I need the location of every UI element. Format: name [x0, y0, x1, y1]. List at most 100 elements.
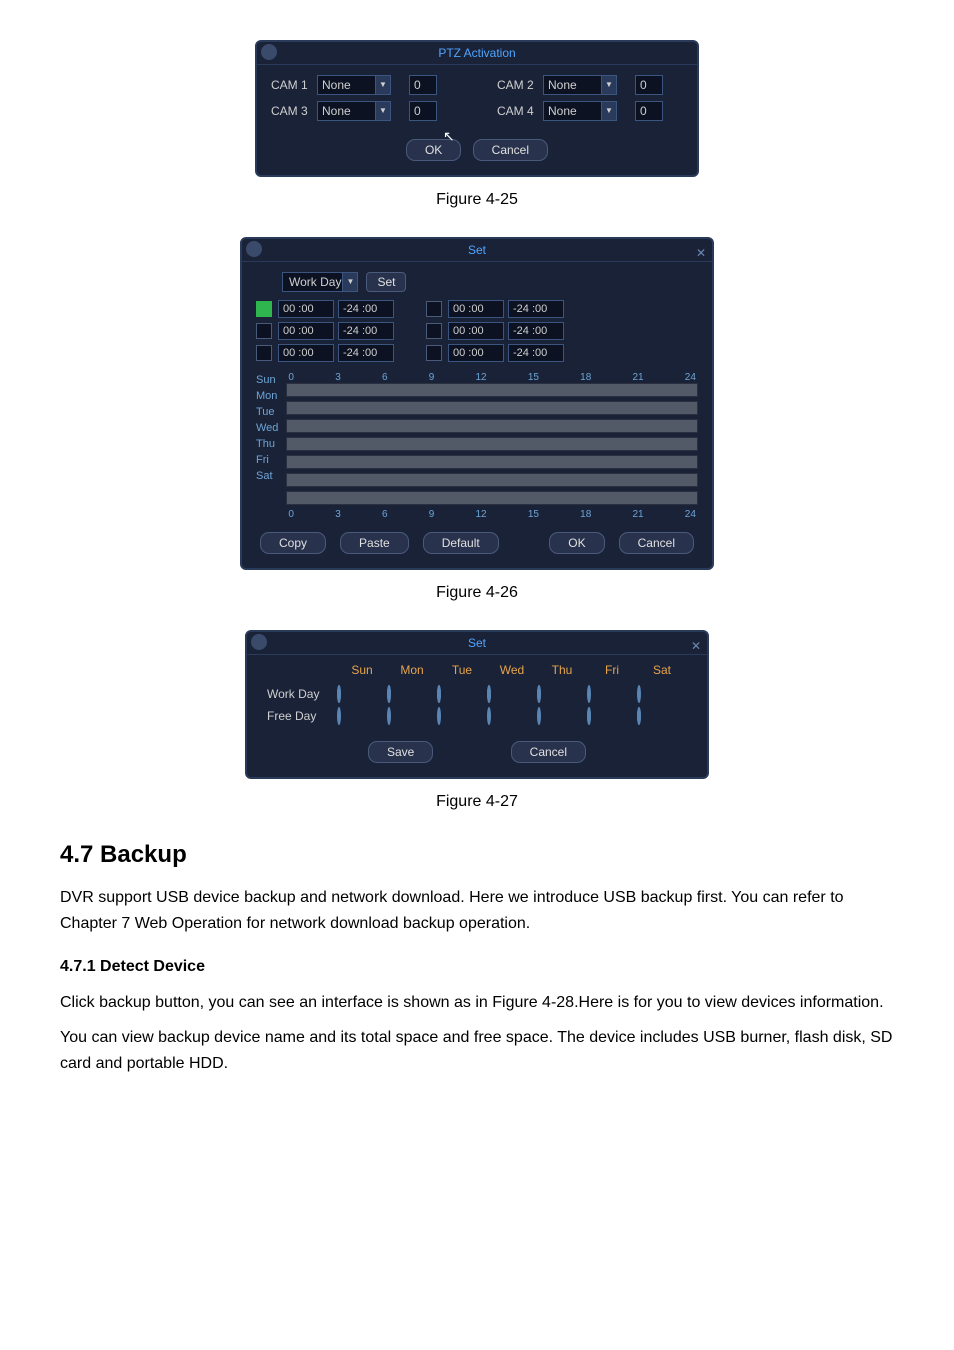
- period-enable-checkbox[interactable]: [256, 301, 272, 317]
- day-type-radio[interactable]: [387, 685, 391, 703]
- end-time-input[interactable]: -24 :00: [338, 300, 394, 318]
- day-label: Wed: [256, 420, 278, 436]
- end-time-input[interactable]: -24 :00: [508, 300, 564, 318]
- end-time-input[interactable]: -24 :00: [338, 322, 394, 340]
- time-period-row: 00 :00-24 :0000 :00-24 :00: [256, 322, 698, 340]
- day-type-radio[interactable]: [437, 707, 441, 725]
- paragraph: Click backup button, you can see an inte…: [60, 990, 894, 1016]
- preset-number-input[interactable]: 0: [409, 101, 437, 121]
- copy-button[interactable]: Copy: [260, 532, 326, 554]
- preset-number-input[interactable]: 0: [635, 101, 663, 121]
- day-type-radio[interactable]: [537, 707, 541, 725]
- figure-caption: Figure 4-26: [60, 584, 894, 602]
- app-icon: [246, 241, 262, 257]
- axis-tick: 21: [632, 372, 643, 383]
- day-type-label: Work Day: [261, 687, 337, 701]
- timeline-bar: [286, 383, 698, 397]
- day-type-radio[interactable]: [487, 685, 491, 703]
- day-type-radio[interactable]: [587, 707, 591, 725]
- timeline-bar: [286, 401, 698, 415]
- day-type-radio[interactable]: [337, 707, 341, 725]
- day-label: Thu: [256, 436, 278, 452]
- end-time-input[interactable]: -24 :00: [338, 344, 394, 362]
- camera-label: CAM 3: [271, 104, 317, 118]
- timeline-bar: [286, 473, 698, 487]
- day-label: Sun: [256, 372, 278, 388]
- close-icon[interactable]: ✕: [696, 242, 706, 264]
- paste-button[interactable]: Paste: [340, 532, 409, 554]
- timeline-bar: [286, 455, 698, 469]
- dialog-titlebar: Set ✕: [247, 632, 707, 655]
- axis-tick: 6: [382, 509, 388, 520]
- day-type-radio[interactable]: [637, 685, 641, 703]
- camera-label: CAM 4: [497, 104, 543, 118]
- chevron-down-icon: ▼: [375, 76, 390, 94]
- default-button[interactable]: Default: [423, 532, 499, 554]
- day-type-radio[interactable]: [337, 685, 341, 703]
- axis-tick: 0: [288, 372, 294, 383]
- preset-number-input[interactable]: 0: [635, 75, 663, 95]
- end-time-input[interactable]: -24 :00: [508, 322, 564, 340]
- day-column-header: Sat: [637, 663, 687, 677]
- axis-tick: 3: [335, 372, 341, 383]
- timeline-bar: [286, 419, 698, 433]
- axis-tick: 0: [288, 509, 294, 520]
- end-time-input[interactable]: -24 :00: [508, 344, 564, 362]
- chevron-down-icon: ▼: [601, 102, 616, 120]
- day-type-radio[interactable]: [387, 707, 391, 725]
- day-type-select[interactable]: Work Day ▼: [282, 272, 358, 292]
- day-type-radio[interactable]: [637, 707, 641, 725]
- start-time-input[interactable]: 00 :00: [278, 322, 334, 340]
- start-time-input[interactable]: 00 :00: [278, 344, 334, 362]
- period-enable-checkbox[interactable]: [426, 301, 442, 317]
- subsection-heading: 4.7.1 Detect Device: [60, 954, 894, 980]
- start-time-input[interactable]: 00 :00: [448, 344, 504, 362]
- alarm-type-select[interactable]: None▼: [543, 101, 617, 121]
- start-time-input[interactable]: 00 :00: [448, 322, 504, 340]
- cancel-button[interactable]: Cancel: [473, 139, 548, 161]
- figure-caption: Figure 4-25: [60, 191, 894, 209]
- preset-number-input[interactable]: 0: [409, 75, 437, 95]
- start-time-input[interactable]: 00 :00: [278, 300, 334, 318]
- day-type-radio[interactable]: [537, 685, 541, 703]
- set-button[interactable]: Set: [366, 272, 406, 292]
- day-column-header: Tue: [437, 663, 487, 677]
- dialog-titlebar: Set ✕: [242, 239, 712, 262]
- day-label: Sat: [256, 468, 278, 484]
- period-enable-checkbox[interactable]: [426, 323, 442, 339]
- camera-label: CAM 1: [271, 78, 317, 92]
- start-time-input[interactable]: 00 :00: [448, 300, 504, 318]
- app-icon: [261, 44, 277, 60]
- axis-tick: 15: [528, 509, 539, 520]
- cancel-button[interactable]: Cancel: [619, 532, 694, 554]
- time-period-row: 00 :00-24 :0000 :00-24 :00: [256, 344, 698, 362]
- day-type-set-dialog: Set ✕ SunMonTueWedThuFriSat Work DayFree…: [245, 630, 709, 779]
- axis-tick: 9: [429, 509, 435, 520]
- day-label: Mon: [256, 388, 278, 404]
- dialog-title: Set: [468, 636, 486, 650]
- figure-caption: Figure 4-27: [60, 793, 894, 811]
- day-type-radio[interactable]: [587, 685, 591, 703]
- save-button[interactable]: Save: [368, 741, 433, 763]
- day-column-header: Mon: [387, 663, 437, 677]
- alarm-type-select[interactable]: None▼: [317, 75, 391, 95]
- day-type-row: Free Day: [261, 705, 693, 727]
- schedule-set-dialog: Set ✕ Work Day ▼ Set 00 :00-24 :0000 :00…: [240, 237, 714, 570]
- axis-tick: 24: [685, 372, 696, 383]
- period-enable-checkbox[interactable]: [256, 345, 272, 361]
- day-type-label: Free Day: [261, 709, 337, 723]
- app-icon: [251, 634, 267, 650]
- day-type-row: Work Day: [261, 683, 693, 705]
- ok-button[interactable]: OK: [549, 532, 604, 554]
- alarm-type-select[interactable]: None▼: [543, 75, 617, 95]
- period-enable-checkbox[interactable]: [426, 345, 442, 361]
- cancel-button[interactable]: Cancel: [511, 741, 586, 763]
- dialog-title: PTZ Activation: [438, 46, 515, 60]
- alarm-type-select[interactable]: None▼: [317, 101, 391, 121]
- day-type-radio[interactable]: [487, 707, 491, 725]
- close-icon[interactable]: ✕: [691, 635, 701, 657]
- day-column-header: Sun: [337, 663, 387, 677]
- period-enable-checkbox[interactable]: [256, 323, 272, 339]
- day-type-radio[interactable]: [437, 685, 441, 703]
- axis-tick: 12: [475, 372, 486, 383]
